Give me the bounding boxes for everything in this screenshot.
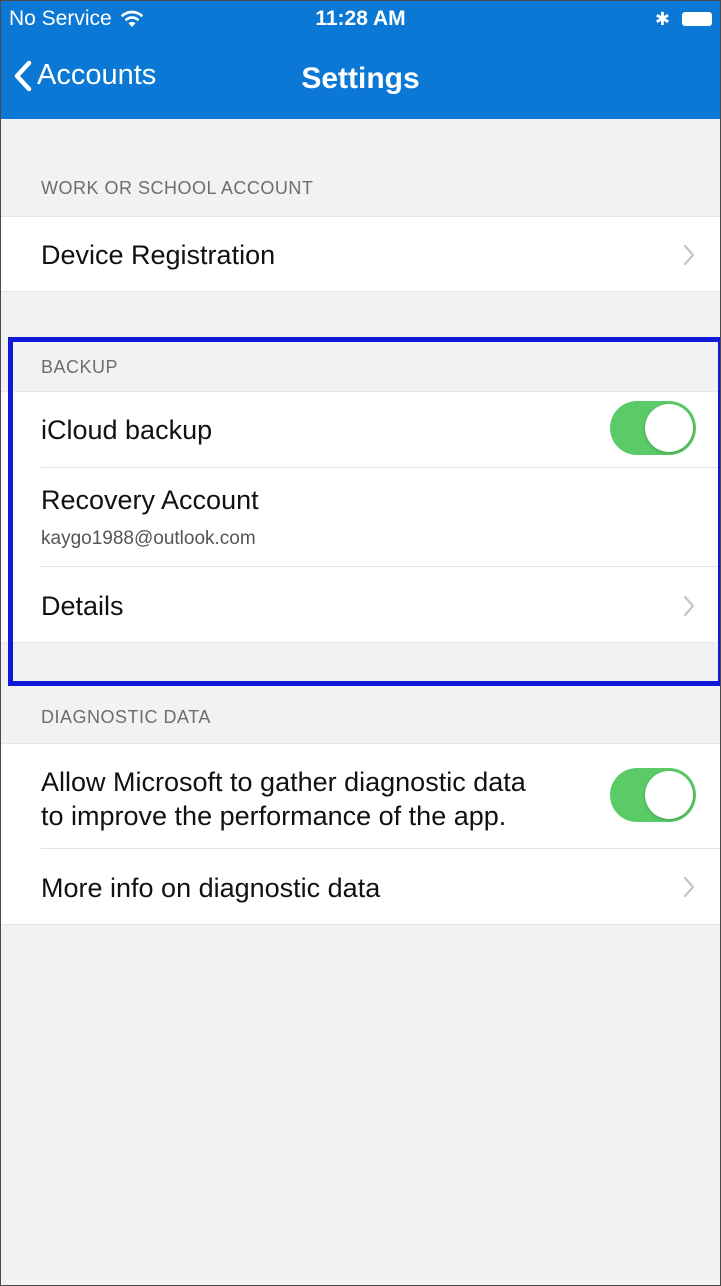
icloud-backup-toggle[interactable]	[610, 401, 696, 455]
toggle-knob	[645, 771, 693, 819]
bluetooth-icon: ✱	[654, 9, 670, 29]
icloud-backup-row: iCloud backup	[1, 391, 720, 467]
more-info-diagnostic-label: More info on diagnostic data	[41, 873, 381, 903]
allow-diagnostic-toggle[interactable]	[610, 768, 696, 822]
divider	[1, 291, 720, 292]
allow-diagnostic-row: Allow Microsoft to gather diagnostic dat…	[1, 743, 720, 848]
allow-diagnostic-line1: Allow Microsoft to gather diagnostic dat…	[41, 767, 526, 797]
divider	[1, 642, 720, 643]
divider	[1, 924, 720, 925]
details-label: Details	[41, 591, 124, 621]
chevron-right-icon	[683, 876, 695, 898]
device-registration-row[interactable]: Device Registration	[1, 216, 720, 292]
status-time: 11:28 AM	[315, 7, 406, 30]
device-registration-label: Device Registration	[41, 240, 276, 270]
details-row[interactable]: Details	[1, 567, 720, 642]
page-title: Settings	[301, 62, 420, 95]
battery-icon	[682, 12, 712, 26]
settings-screen: No Service 11:28 AM ✱ Accounts Settings …	[0, 0, 721, 1286]
recovery-account-row: Recovery Account kaygo1988@outlook.com	[1, 468, 720, 566]
chevron-right-icon	[683, 244, 695, 266]
allow-diagnostic-line2: to improve the performance of the app.	[41, 801, 507, 831]
recovery-account-email: kaygo1988@outlook.com	[41, 528, 256, 549]
toggle-knob	[645, 404, 693, 452]
recovery-account-label: Recovery Account	[41, 485, 259, 515]
status-icons: ✱	[655, 10, 712, 28]
section-header-diagnostic: DIAGNOSTIC DATA	[41, 707, 211, 727]
section-header-work: WORK OR SCHOOL ACCOUNT	[41, 178, 314, 198]
divider	[1, 216, 720, 217]
diagnostic-group: Allow Microsoft to gather diagnostic dat…	[1, 743, 720, 925]
more-info-diagnostic-row[interactable]: More info on diagnostic data	[1, 849, 720, 924]
backup-group: iCloud backup Recovery Account kaygo1988…	[1, 391, 720, 643]
navigation-bar: No Service 11:28 AM ✱ Accounts Settings	[1, 1, 720, 119]
icloud-backup-label: iCloud backup	[41, 415, 213, 445]
chevron-right-icon	[683, 595, 695, 617]
section-header-backup: BACKUP	[41, 357, 119, 377]
